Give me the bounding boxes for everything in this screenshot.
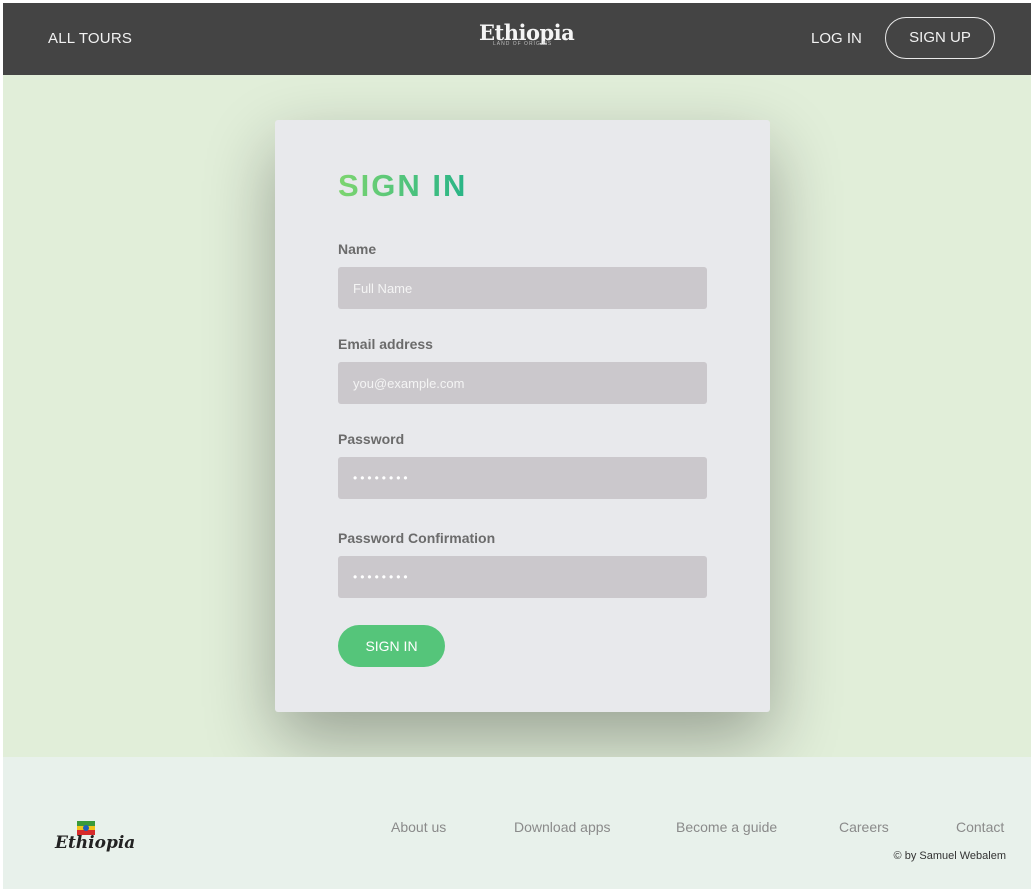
form-title: SIGN IN — [338, 168, 468, 203]
footer-link-about-us[interactable]: About us — [391, 819, 446, 835]
nav-signup-button[interactable]: SIGN UP — [885, 17, 995, 59]
email-input[interactable] — [338, 362, 707, 404]
name-input[interactable] — [338, 267, 707, 309]
name-label: Name — [338, 241, 377, 257]
footer-logo-wordmark: Ethiopia — [55, 833, 136, 853]
password-label: Password — [338, 431, 405, 447]
footer-link-download-apps[interactable]: Download apps — [514, 819, 611, 835]
site-footer: Ethiopia About us Download apps Become a… — [3, 757, 1031, 889]
signin-submit-button[interactable]: SIGN IN — [338, 625, 445, 667]
password-confirmation-input[interactable] — [338, 556, 707, 598]
password-confirmation-label: Password Confirmation — [338, 530, 496, 546]
footer-logo[interactable]: Ethiopia — [53, 821, 135, 861]
footer-link-contact[interactable]: Contact — [956, 819, 1004, 835]
site-logo[interactable]: Ethiopia LAND OF ORIGINS — [479, 21, 575, 55]
nav-all-tours-link[interactable]: ALL TOURS — [48, 30, 132, 47]
nav-login-link[interactable]: LOG IN — [811, 30, 862, 47]
footer-link-careers[interactable]: Careers — [839, 819, 889, 835]
email-label: Email address — [338, 336, 433, 352]
footer-copyright: © by Samuel Webalem — [893, 850, 1006, 862]
site-header: ALL TOURS Ethiopia LAND OF ORIGINS LOG I… — [3, 3, 1031, 75]
password-input[interactable] — [338, 457, 707, 499]
page-frame: ALL TOURS Ethiopia LAND OF ORIGINS LOG I… — [3, 3, 1031, 889]
footer-link-become-guide[interactable]: Become a guide — [676, 819, 777, 835]
signin-card: SIGN IN Name Email address Password Pass… — [275, 120, 770, 712]
